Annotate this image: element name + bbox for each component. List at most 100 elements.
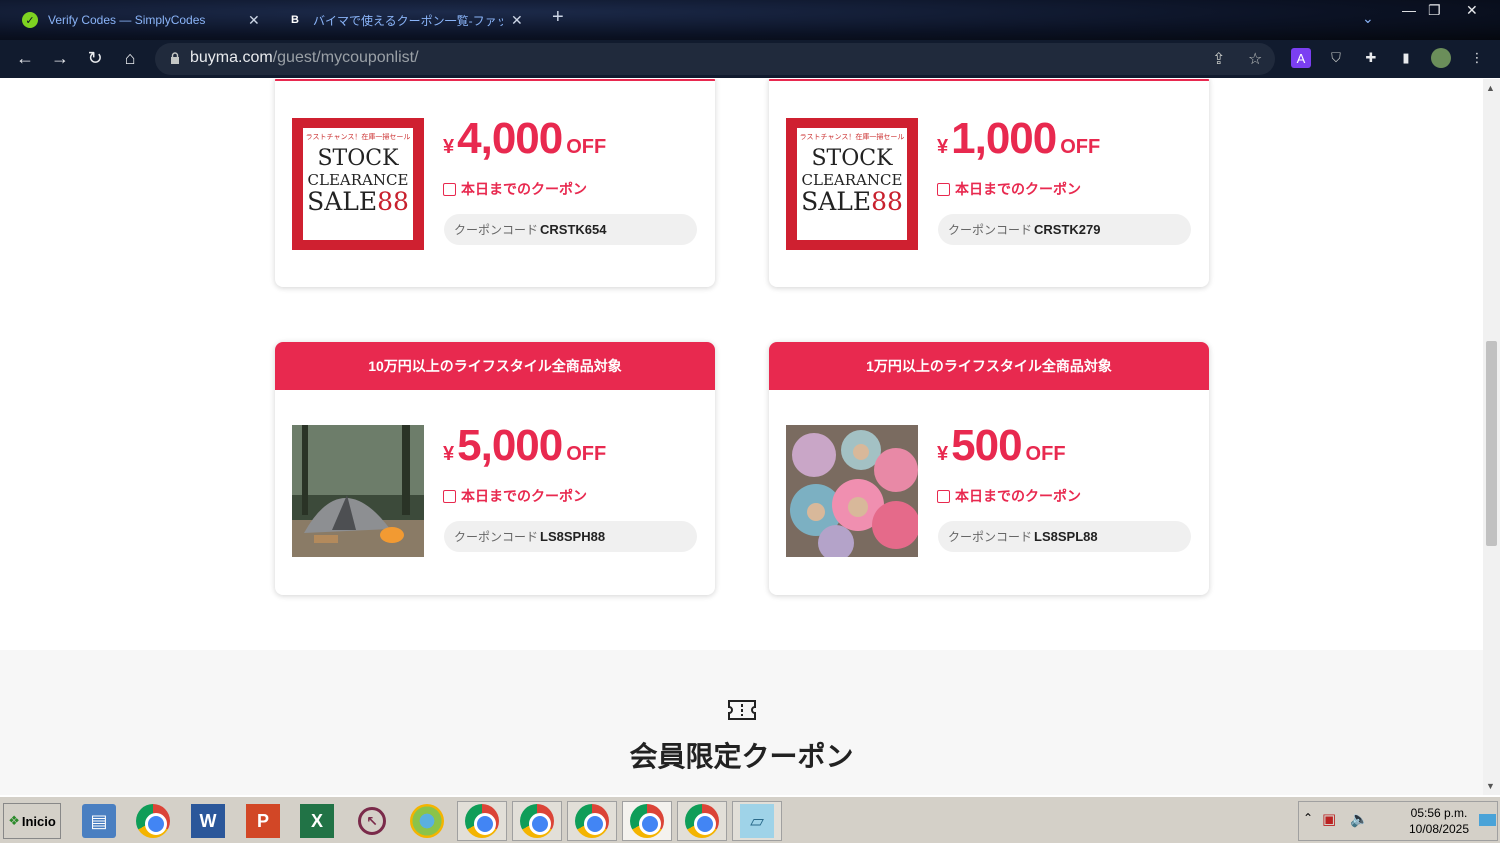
coupon-code[interactable]: LS8SPH88	[540, 529, 605, 544]
scroll-thumb[interactable]	[1486, 341, 1497, 546]
simplycodes-icon: ✓	[22, 12, 38, 28]
media-icon[interactable]	[402, 801, 452, 841]
tab-buyma[interactable]: B バイマで使えるクーポン一覧-ファッション通 ✕	[287, 6, 523, 34]
expiry-note: 本日までのクーポン	[443, 486, 587, 506]
card-header: 1万円以上のライフスタイル全商品対象	[769, 342, 1209, 390]
excel-icon[interactable]: X	[292, 801, 342, 841]
banner-line3: SALE	[307, 187, 378, 216]
coupon-card[interactable]: ラストチャンス！在庫一掃セール STOCK CLEARANCE SALE88 ¥…	[769, 79, 1209, 287]
lock-icon[interactable]	[170, 52, 180, 64]
code-label: クーポンコード	[948, 223, 1033, 237]
extension-a-icon[interactable]: A	[1291, 48, 1311, 68]
calendar-icon	[443, 182, 456, 196]
profile-avatar[interactable]	[1431, 48, 1451, 68]
puzzle-icon[interactable]: ✚	[1361, 48, 1381, 68]
clock-date: 10/08/2025	[1408, 822, 1470, 836]
expiry-text: 本日までのクーポン	[955, 181, 1081, 197]
scrollbar[interactable]: ▲ ▼	[1483, 79, 1500, 795]
start-label: Inicio	[21, 813, 56, 829]
discount-amount: ¥ 500 OFF	[937, 421, 1066, 471]
tab-strip: ✓ Verify Codes — SimplyCodes ✕ B バイマで使える…	[0, 0, 1500, 40]
chrome-window-active[interactable]	[622, 801, 672, 841]
calendar-icon	[937, 182, 950, 196]
network-icon[interactable]: ▣	[1322, 810, 1336, 828]
amount-value: 4,000	[457, 114, 563, 163]
card-header: 10万円以上のライフスタイル全商品対象	[275, 342, 715, 390]
windows-icon: ❖	[8, 813, 20, 828]
side-panel-icon[interactable]: ▮	[1396, 48, 1416, 68]
scroll-down-icon[interactable]: ▼	[1486, 781, 1495, 791]
stock-clearance-image: ラストチャンス！在庫一掃セール STOCK CLEARANCE SALE88	[292, 118, 424, 250]
new-tab-icon[interactable]: +	[552, 6, 564, 29]
ticket-icon	[728, 700, 756, 720]
close-icon[interactable]: ✕	[248, 12, 260, 29]
back-icon[interactable]: ←	[13, 46, 37, 70]
coupon-code-box[interactable]: クーポンコード LS8SPL88	[938, 521, 1191, 552]
chrome-window-5[interactable]	[677, 801, 727, 841]
off-label: OFF	[1025, 443, 1066, 465]
cursor-tool-icon[interactable]: ↖	[347, 801, 397, 841]
notepad-icon[interactable]: ▱	[732, 801, 782, 841]
expiry-note: 本日までのクーポン	[937, 486, 1081, 506]
tab-simplycodes[interactable]: ✓ Verify Codes — SimplyCodes ✕	[22, 6, 260, 34]
coupon-card[interactable]: ラストチャンス！在庫一掃セール STOCK CLEARANCE SALE88 ¥…	[275, 79, 715, 287]
close-icon[interactable]: ✕	[511, 12, 523, 29]
expiry-note: 本日までのクーポン	[443, 179, 587, 199]
calendar-icon	[443, 489, 456, 503]
amount-value: 1,000	[951, 114, 1057, 163]
chrome-window-3[interactable]	[567, 801, 617, 841]
file-explorer-icon[interactable]: ▤	[74, 801, 124, 841]
url-path: /guest/mycouponlist/	[272, 49, 419, 66]
tent-photo	[292, 425, 424, 557]
banner-pct: 88	[871, 187, 903, 216]
coupon-code[interactable]: CRSTK654	[540, 222, 606, 237]
word-icon[interactable]: W	[183, 801, 233, 841]
coupon-code-box[interactable]: クーポンコード CRSTK279	[938, 214, 1191, 245]
tab-search-icon[interactable]: ⌄	[1362, 10, 1374, 27]
banner-small-text: ラストチャンス！在庫一掃セール	[305, 133, 411, 141]
chrome-window-1[interactable]	[457, 801, 507, 841]
coupon-code-box[interactable]: クーポンコード CRSTK654	[444, 214, 697, 245]
minimize-icon[interactable]: —	[1402, 2, 1416, 18]
menu-icon[interactable]: ⋮	[1467, 48, 1487, 68]
clock[interactable]: 05:56 p.m. 10/08/2025	[1400, 805, 1478, 837]
share-icon[interactable]: ⇪	[1212, 49, 1225, 69]
expiry-text: 本日までのクーポン	[955, 488, 1081, 504]
discount-amount: ¥ 4,000 OFF	[443, 114, 606, 164]
coupon-card[interactable]: 10万円以上のライフスタイル全商品対象 ¥ 5,000 OFF 本日までのクーポ…	[275, 342, 715, 595]
restore-icon[interactable]: ❐	[1428, 2, 1441, 19]
shield-icon[interactable]: ⛉	[1326, 48, 1346, 68]
close-window-icon[interactable]: ✕	[1466, 2, 1478, 19]
volume-icon[interactable]: 🔈	[1350, 810, 1369, 828]
star-icon[interactable]: ☆	[1248, 49, 1262, 69]
banner-line3: SALE	[801, 187, 872, 216]
code-label: クーポンコード	[948, 530, 1033, 544]
coupon-code[interactable]: CRSTK279	[1034, 222, 1100, 237]
banner-line1: STOCK	[811, 146, 893, 171]
scroll-up-icon[interactable]: ▲	[1486, 83, 1495, 93]
yen-sign: ¥	[443, 443, 455, 465]
show-desktop-button[interactable]	[1479, 814, 1496, 826]
off-label: OFF	[566, 136, 607, 158]
clock-time: 05:56 p.m.	[1410, 806, 1468, 820]
forward-icon[interactable]: →	[48, 46, 72, 70]
reload-icon[interactable]: ↻	[83, 46, 107, 70]
banner-line1: STOCK	[317, 146, 399, 171]
code-label: クーポンコード	[454, 530, 539, 544]
chrome-window-2[interactable]	[512, 801, 562, 841]
url-text[interactable]: buyma.com/guest/mycouponlist/	[190, 49, 419, 67]
expiry-note: 本日までのクーポン	[937, 179, 1081, 199]
expiry-text: 本日までのクーポン	[461, 181, 587, 197]
home-icon[interactable]: ⌂	[118, 46, 142, 70]
tab-title: バイマで使えるクーポン一覧-ファッション通	[313, 13, 503, 28]
banner-pct: 88	[377, 187, 409, 216]
discount-amount: ¥ 5,000 OFF	[443, 421, 606, 471]
show-hidden-icons[interactable]: ⌃	[1303, 811, 1313, 825]
start-button[interactable]: ❖ Inicio	[3, 803, 61, 839]
coupon-card[interactable]: 1万円以上のライフスタイル全商品対象 ¥ 500 OFF 本日までのクーポン ク…	[769, 342, 1209, 595]
chrome-icon[interactable]	[128, 801, 178, 841]
powerpoint-icon[interactable]: P	[238, 801, 288, 841]
coupon-code[interactable]: LS8SPL88	[1034, 529, 1098, 544]
calendar-icon	[937, 489, 950, 503]
coupon-code-box[interactable]: クーポンコード LS8SPH88	[444, 521, 697, 552]
